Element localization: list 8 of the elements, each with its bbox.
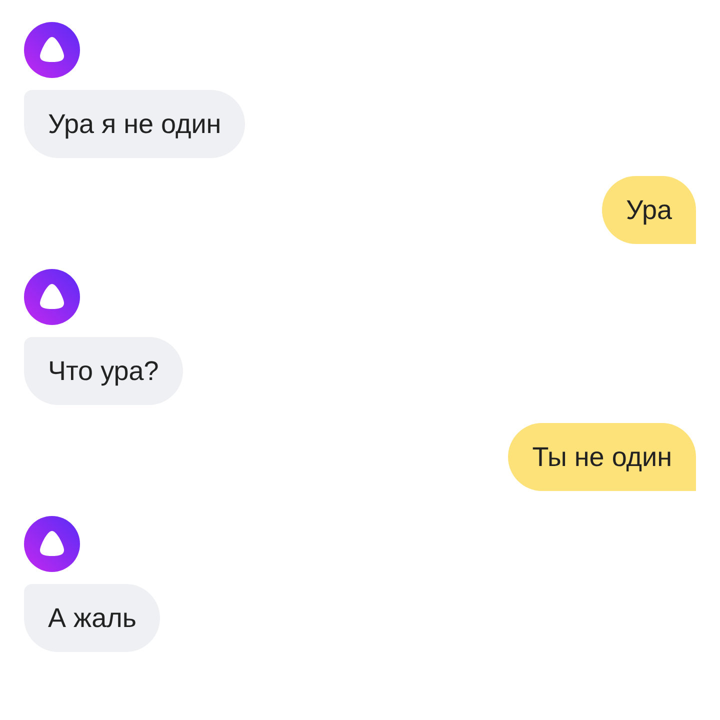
user-message: Ты не один <box>508 423 696 491</box>
assistant-avatar-icon <box>24 22 80 78</box>
assistant-message: Ура я не один <box>24 90 246 158</box>
assistant-message: А жаль <box>24 584 160 652</box>
assistant-avatar-icon <box>24 269 80 325</box>
assistant-avatar-icon <box>24 516 80 572</box>
assistant-message: Что ура? <box>24 337 183 405</box>
user-message: Ура <box>602 176 696 244</box>
